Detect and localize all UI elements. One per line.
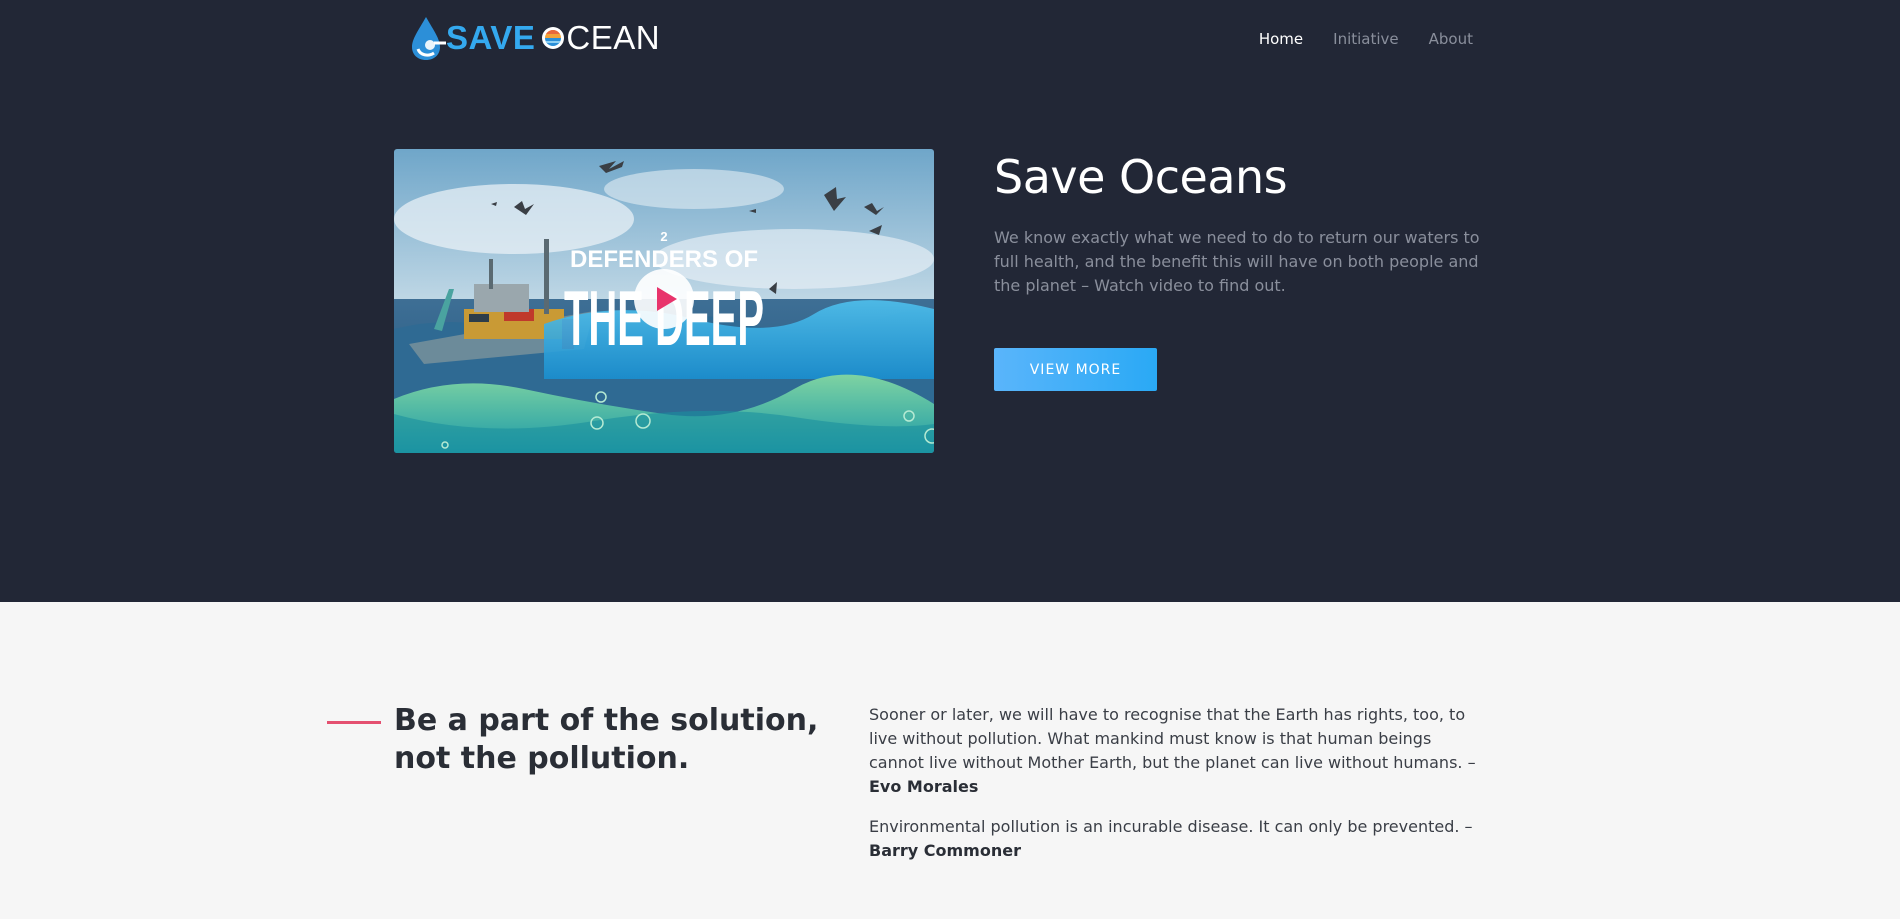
section-tagline: Be a part of the solution, not the pollu… [394,703,819,776]
brand-name-cean: CEAN [566,19,661,56]
nav-about[interactable]: About [1429,30,1473,48]
quotes-block: Sooner or later, we will have to recogni… [869,703,1489,879]
water-drop-icon [412,17,446,60]
video-thumbnail[interactable]: 2 DEFENDERS OF THE DEEP [394,149,934,453]
nav-home[interactable]: Home [1259,30,1303,48]
accent-line [327,721,381,724]
hero-title: Save Oceans [994,150,1288,204]
view-more-button[interactable]: VIEW MORE [994,348,1157,391]
quote-text: Environmental pollution is an incurable … [869,817,1473,836]
brand-name-save: SAVE [446,19,536,56]
quote-barry-commoner: Environmental pollution is an incurable … [869,815,1489,863]
hero-section: SAVE CEAN Home Initiative About 2 DEFEND… [0,0,1900,602]
thumbnail-number: 2 [660,229,667,244]
main-nav: Home Initiative About [1229,30,1473,48]
sunset-ocean-icon [542,27,565,49]
brand-logo[interactable]: SAVE CEAN [408,14,660,62]
quotes-section: Be a part of the solution, not the pollu… [0,602,1900,919]
nav-initiative[interactable]: Initiative [1333,30,1399,48]
hero-description: We know exactly what we need to do to re… [994,228,1480,295]
quote-evo-morales: Sooner or later, we will have to recogni… [869,703,1489,799]
quote-text: Sooner or later, we will have to recogni… [869,705,1476,772]
quote-author: Barry Commoner [869,841,1021,860]
play-icon[interactable] [634,269,694,329]
quote-author: Evo Morales [869,777,979,796]
